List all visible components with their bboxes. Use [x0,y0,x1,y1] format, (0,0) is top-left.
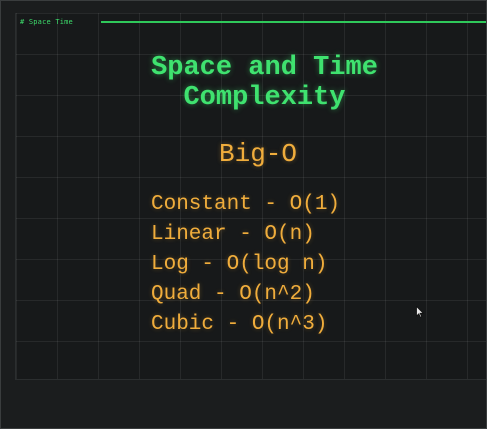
list-item-log: Log - O(log n) [151,253,328,276]
slide-tab-label[interactable]: # Space Time [20,18,73,26]
mouse-pointer-icon [416,306,424,318]
app-window: # Space Time Space and Time Complexity B… [0,0,487,429]
complexity-list: Constant - O(1) Linear - O(n) Log - O(lo… [151,190,340,340]
slide-title-line-2: Complexity [183,83,346,113]
list-item-quad: Quad - O(n^2) [151,283,315,306]
header-divider [101,21,486,23]
list-item-linear: Linear - O(n) [151,223,315,246]
list-item-constant: Constant - O(1) [151,193,341,216]
slide-title-line-1: Space and Time [151,53,378,83]
list-item-cubic: Cubic - O(n^3) [151,313,328,336]
slide-title: Space and Time Complexity [1,53,486,113]
slide-subtitle: Big-O [219,139,298,169]
